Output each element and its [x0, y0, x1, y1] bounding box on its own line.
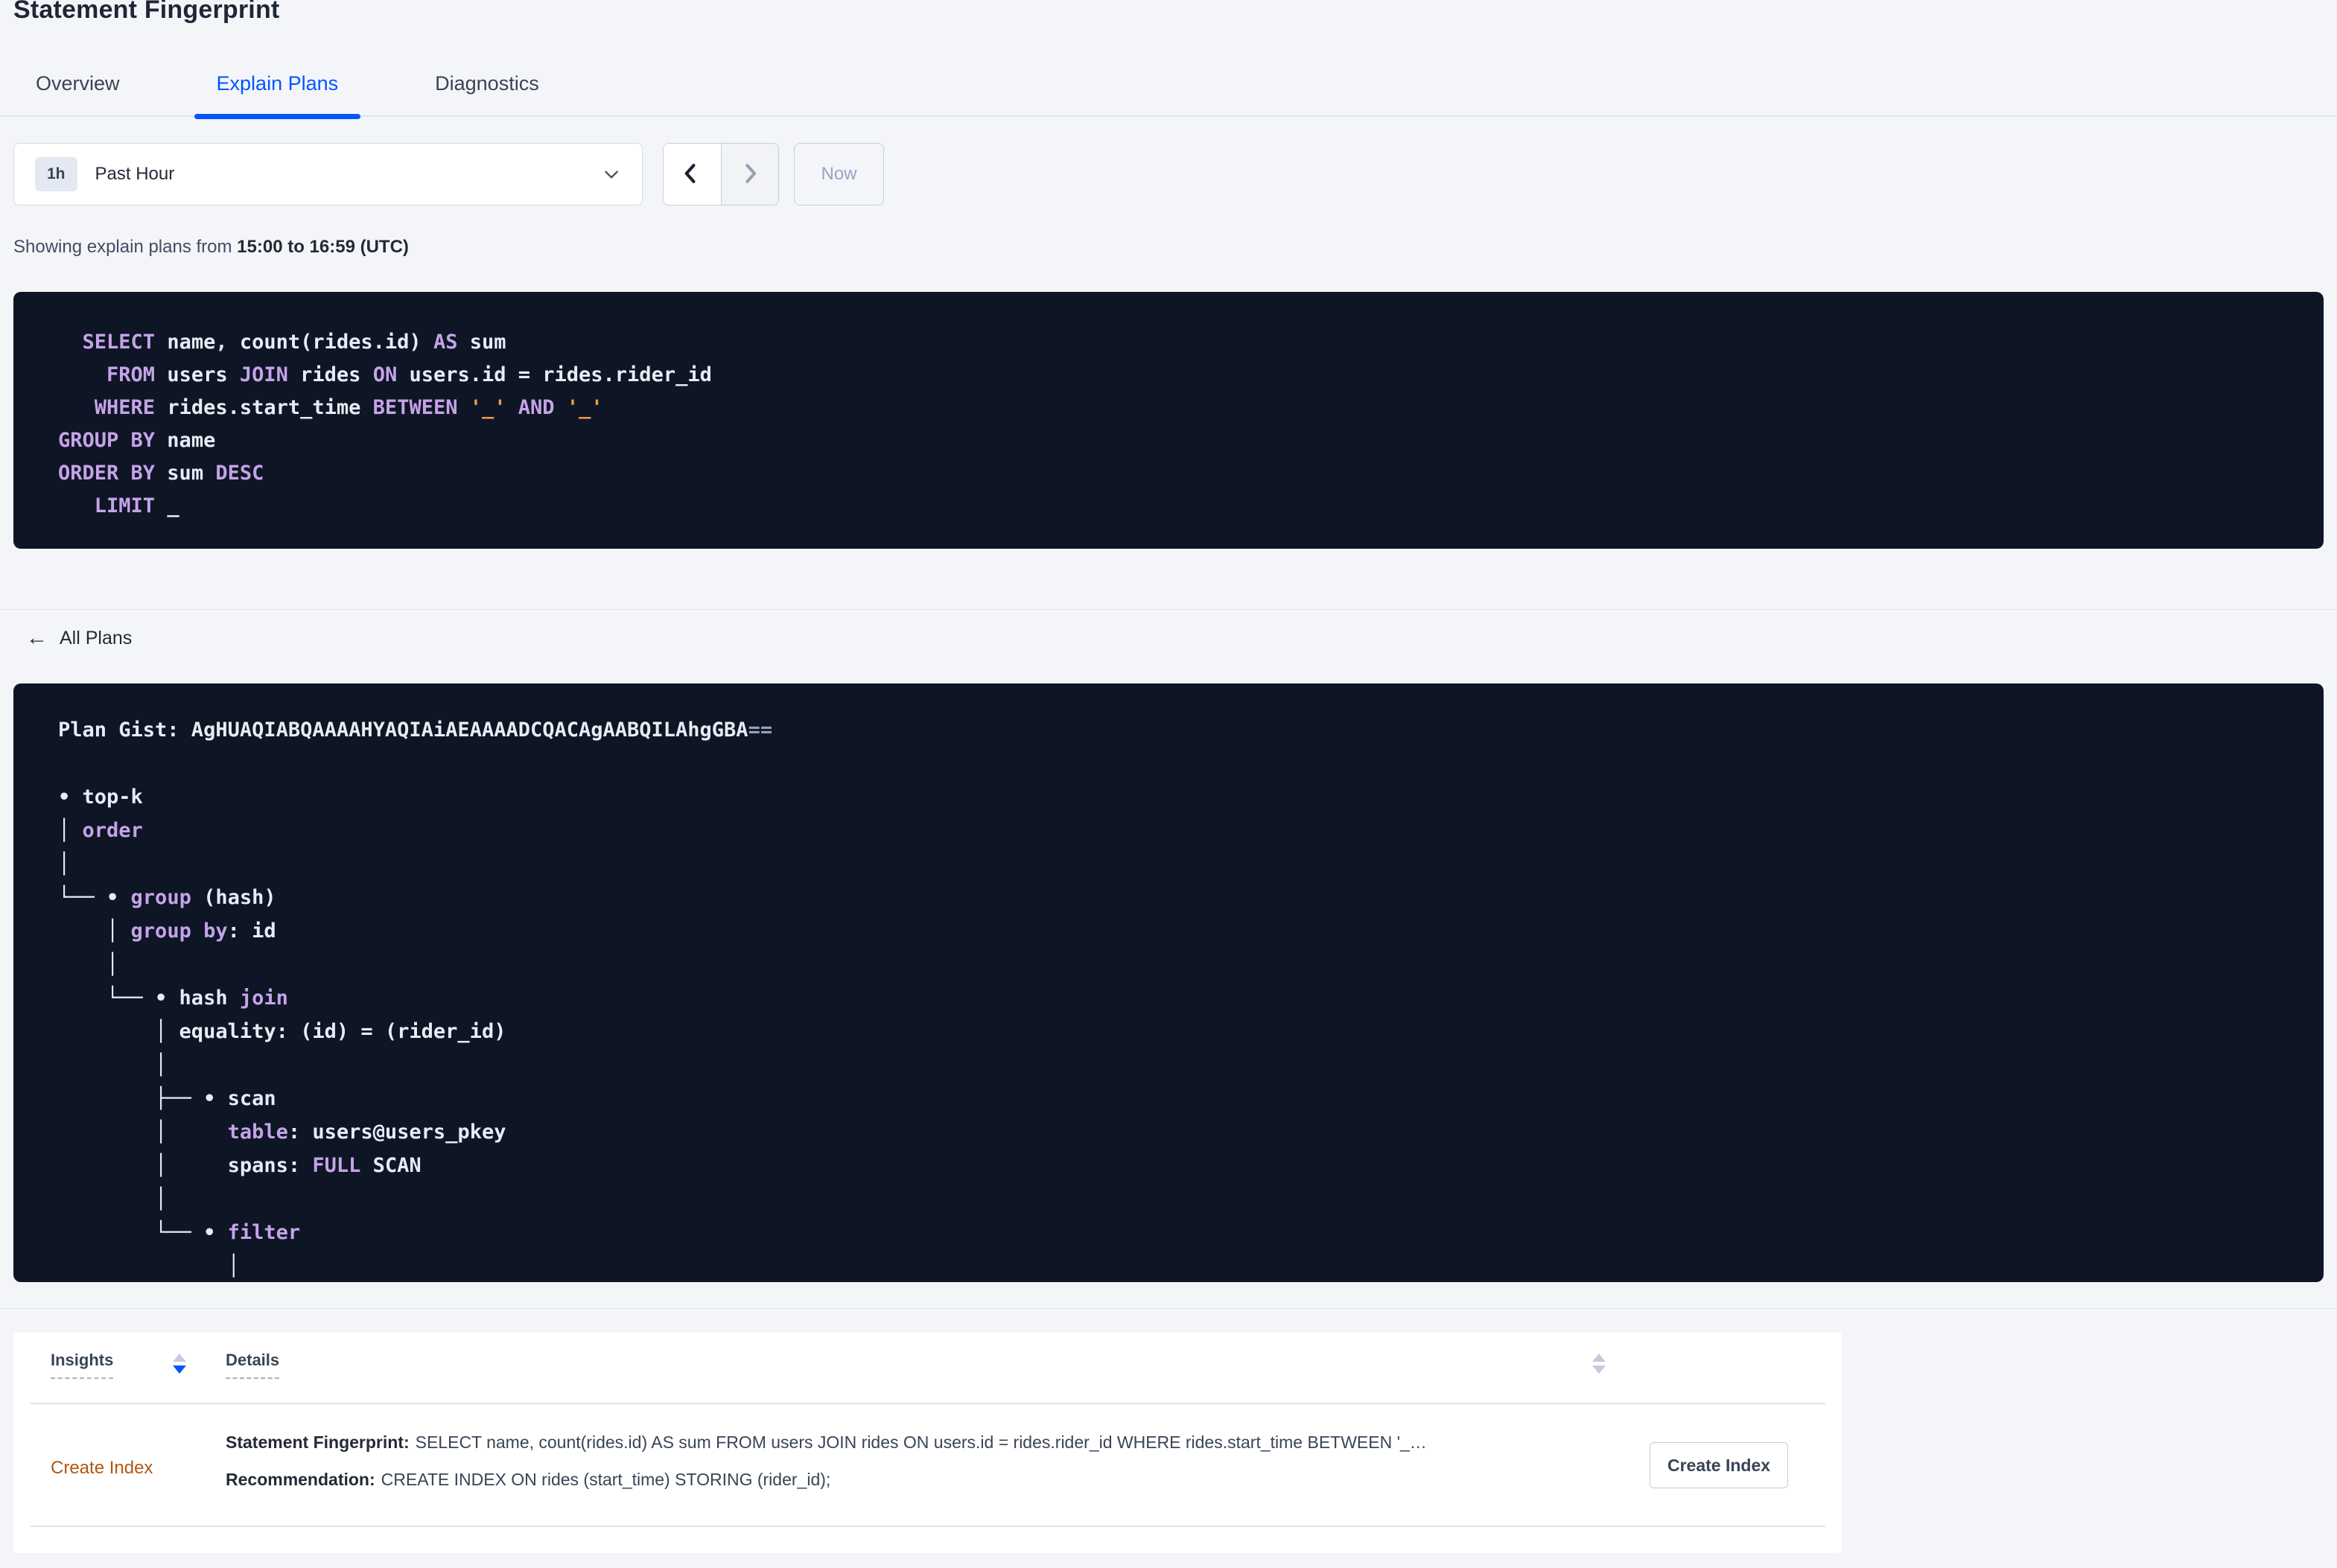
plan-gist-box: Plan Gist: AgHUAQIABQAAAAHYAQIAiAEAAAADC…: [13, 683, 2324, 1282]
sort-down-triangle: [173, 1365, 186, 1374]
chevron-down-icon: [602, 165, 621, 184]
insights-table-card: Insights Details Create Index Statement …: [13, 1333, 1842, 1553]
sort-icon-insights[interactable]: [173, 1354, 186, 1374]
next-interval-button[interactable]: [720, 144, 778, 205]
section-divider: [0, 1308, 2337, 1309]
statement-sql-code: SELECT name, count(rides.id) AS sum FROM…: [58, 331, 712, 517]
back-arrow-icon: ←: [26, 626, 48, 650]
detail-label: Recommendation:: [226, 1470, 375, 1489]
tab-overview[interactable]: Overview: [13, 52, 142, 115]
tab-bar: Overview Explain Plans Diagnostics: [0, 52, 2337, 119]
chevron-right-icon: [737, 161, 763, 188]
time-interval-dropdown[interactable]: 1h Past Hour: [13, 143, 643, 205]
detail-statement-fingerprint: Statement Fingerprint: SELECT name, count…: [226, 1432, 1427, 1453]
time-interval-badge: 1h: [35, 157, 77, 191]
statement-sql-box: SELECT name, count(rides.id) AS sum FROM…: [13, 292, 2324, 549]
page-title: Statement Fingerprint: [13, 0, 280, 24]
tab-explain-plans[interactable]: Explain Plans: [194, 52, 361, 119]
sort-up-triangle: [173, 1354, 186, 1362]
showing-explain-plans-text: Showing explain plans from 15:00 to 16:5…: [13, 237, 409, 258]
showing-range: 15:00 to 16:59 (UTC): [237, 237, 409, 257]
showing-prefix: Showing explain plans from: [13, 237, 238, 257]
all-plans-back-link[interactable]: ← All Plans: [26, 628, 132, 649]
sort-icon-details[interactable]: [1592, 1354, 1606, 1374]
detail-recommendation: Recommendation: CREATE INDEX ON rides (st…: [226, 1470, 830, 1490]
plan-tree-code: Plan Gist: AgHUAQIABQAAAAHYAQIAiAEAAAADC…: [58, 718, 773, 1278]
create-index-button[interactable]: Create Index: [1650, 1442, 1788, 1488]
prev-interval-button[interactable]: [664, 144, 721, 205]
now-button[interactable]: Now: [794, 143, 884, 205]
all-plans-label: All Plans: [60, 628, 133, 648]
section-divider: [0, 609, 2337, 610]
column-header-insights[interactable]: Insights: [51, 1351, 114, 1379]
tab-diagnostics[interactable]: Diagnostics: [413, 52, 562, 115]
insight-type-link[interactable]: Create Index: [51, 1458, 153, 1479]
sort-down-triangle: [1592, 1365, 1606, 1374]
chevron-left-icon: [679, 161, 705, 188]
time-interval-label: Past Hour: [95, 164, 175, 184]
time-nav-group: [663, 143, 779, 205]
detail-text: CREATE INDEX ON rides (start_time) STORI…: [381, 1470, 831, 1489]
table-header-divider: [30, 1403, 1825, 1404]
column-header-details[interactable]: Details: [226, 1351, 280, 1379]
detail-label: Statement Fingerprint:: [226, 1432, 410, 1452]
statement-fingerprint-page: { "page": { "title": "Statement Fingerpr…: [0, 0, 2337, 1568]
detail-text: SELECT name, count(rides.id) AS sum FROM…: [415, 1432, 1427, 1452]
sort-up-triangle: [1592, 1354, 1606, 1362]
table-row-divider: [30, 1526, 1825, 1527]
